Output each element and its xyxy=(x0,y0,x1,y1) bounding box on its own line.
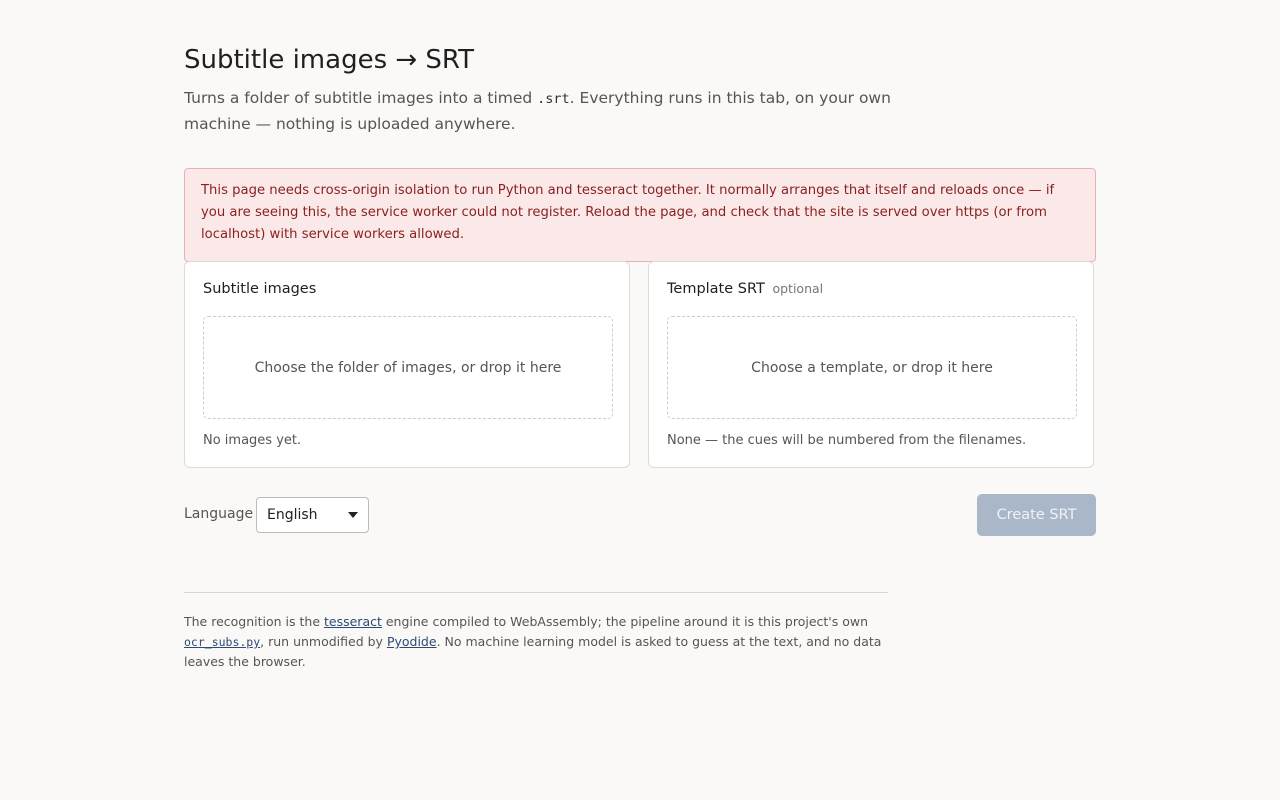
pyodide-link[interactable]: Pyodide xyxy=(387,634,437,649)
images-status: No images yet. xyxy=(203,433,302,448)
chevron-down-icon xyxy=(348,512,358,518)
template-srt-title-text: Template SRT xyxy=(667,281,765,297)
language-select-value: English xyxy=(267,507,318,523)
template-status: None — the cues will be numbered from th… xyxy=(667,433,1027,448)
template-dropzone-label: Choose a template, or drop it here xyxy=(751,359,993,376)
srt-extension-code: .srt xyxy=(537,91,570,107)
alert-text: This page needs cross-origin isolation t… xyxy=(201,183,1055,242)
images-dropzone[interactable]: Choose the folder of images, or drop it … xyxy=(203,316,613,419)
ocr-subs-link[interactable]: ocr_subs.py xyxy=(184,634,260,649)
create-srt-button[interactable]: Create SRT xyxy=(977,494,1096,536)
intro-text-start: Turns a folder of subtitle images into a… xyxy=(184,89,538,107)
footer-text-2: engine compiled to WebAssembly; the pipe… xyxy=(381,614,869,629)
footer-text-1: The recognition is the xyxy=(184,614,324,629)
tesseract-link[interactable]: tesseract xyxy=(324,614,382,629)
template-srt-panel: Template SRT optional Choose a template,… xyxy=(648,261,1094,468)
optional-tag: optional xyxy=(772,281,824,296)
ocr-subs-code: ocr_subs.py xyxy=(184,635,261,649)
footer-note: The recognition is the tesseract engine … xyxy=(184,612,896,672)
intro-text: Turns a folder of subtitle images into a… xyxy=(184,86,894,137)
subtitle-images-panel: Subtitle images Choose the folder of ima… xyxy=(184,261,630,468)
subtitle-images-title: Subtitle images xyxy=(203,281,317,297)
template-dropzone[interactable]: Choose a template, or drop it here xyxy=(667,316,1077,419)
template-srt-title: Template SRT optional xyxy=(667,281,823,297)
page-title: Subtitle images → SRT xyxy=(184,45,474,75)
footer-text-3: , run unmodified by xyxy=(260,634,387,649)
images-dropzone-label: Choose the folder of images, or drop it … xyxy=(254,359,562,376)
footer-divider xyxy=(184,592,888,593)
isolation-warning-alert: This page needs cross-origin isolation t… xyxy=(184,168,1096,262)
language-select[interactable]: English xyxy=(256,497,369,533)
language-label: Language xyxy=(184,506,254,522)
